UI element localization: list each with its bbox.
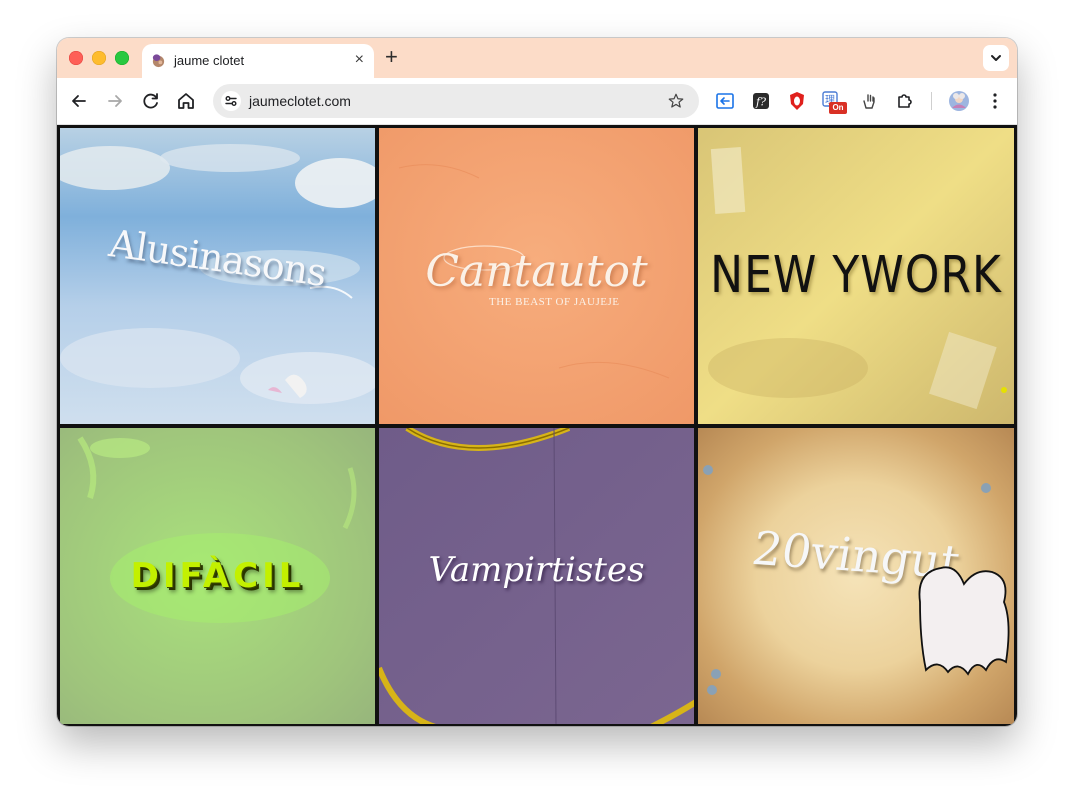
tile-vampirtistes[interactable]: Vampirtistes xyxy=(379,428,694,724)
tab-jaume-clotet[interactable]: jaume clotet × xyxy=(142,44,374,78)
browser-window: jaume clotet × + jaumeclotet.com f? 理 On… xyxy=(57,38,1017,726)
tile-cantautot[interactable]: Cantautot THE BEAST OF JAUJEJE xyxy=(379,128,694,424)
home-icon[interactable] xyxy=(174,89,198,113)
maximize-window-button[interactable] xyxy=(115,51,129,65)
font-extension-icon[interactable]: f? xyxy=(750,90,772,112)
address-bar[interactable]: jaumeclotet.com xyxy=(213,84,699,118)
chevron-down-icon xyxy=(991,55,1001,61)
more-menu-icon[interactable] xyxy=(984,90,1006,112)
tile-alusinasons[interactable]: Alusinasons xyxy=(60,128,375,424)
site-favicon-icon xyxy=(152,54,165,68)
close-window-button[interactable] xyxy=(69,51,83,65)
tab-bar: jaume clotet × + xyxy=(57,38,1017,78)
url-text[interactable]: jaumeclotet.com xyxy=(249,93,351,109)
site-settings-icon[interactable] xyxy=(221,91,241,111)
tile-dificil-title: DIFÀCIL xyxy=(130,556,305,596)
tile-cantautot-subtitle: THE BEAST OF JAUJEJE xyxy=(489,296,620,308)
tile-new-ywork-title: NEW YWORK xyxy=(710,246,1002,305)
profile-avatar[interactable] xyxy=(948,90,970,112)
tile-dificil[interactable]: DIFÀCIL xyxy=(60,428,375,724)
extension-badge-label: On xyxy=(832,103,844,112)
reader-extension-icon[interactable] xyxy=(714,90,736,112)
toolbar-divider xyxy=(931,92,932,110)
tile-cantautot-title: Cantautot xyxy=(425,246,648,297)
tile-vampirtistes-title: Vampirtistes xyxy=(428,550,645,590)
reload-icon[interactable] xyxy=(139,89,163,113)
tile-new-ywork[interactable]: NEW YWORK xyxy=(698,128,1014,424)
forward-arrow-icon[interactable] xyxy=(103,89,127,113)
tile-20vingut[interactable]: 20vingut xyxy=(698,428,1014,724)
page-content: Alusinasons Cantautot THE BEAST OF JAUJE… xyxy=(57,125,1017,726)
tab-search-button[interactable] xyxy=(983,45,1009,71)
back-arrow-icon[interactable] xyxy=(67,89,91,113)
ghost-icon[interactable] xyxy=(906,562,1014,682)
minimize-window-button[interactable] xyxy=(92,51,106,65)
hand-extension-icon[interactable] xyxy=(858,90,880,112)
bookmark-star-icon[interactable] xyxy=(667,92,685,110)
extension-badge: On xyxy=(829,102,847,114)
puzzle-extensions-icon[interactable] xyxy=(894,90,916,112)
tab-close-icon[interactable]: × xyxy=(355,51,364,69)
browser-toolbar: jaumeclotet.com f? 理 On xyxy=(57,78,1017,125)
tab-title: jaume clotet xyxy=(174,53,245,68)
new-tab-button[interactable]: + xyxy=(385,46,398,68)
opera-extension-icon[interactable] xyxy=(786,90,808,112)
svg-text:f?: f? xyxy=(755,96,766,109)
